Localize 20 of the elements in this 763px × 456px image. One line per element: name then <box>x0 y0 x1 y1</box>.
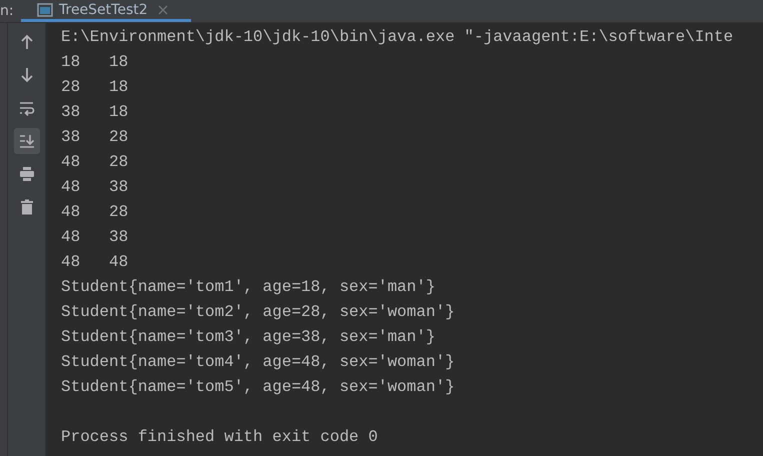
console-line: 28 18 <box>61 77 130 98</box>
console-line: Student{name='tom4', age=48, sex='woman'} <box>61 352 456 373</box>
console-line: Student{name='tom1', age=18, sex='man'} <box>61 277 436 298</box>
scroll-to-end-icon[interactable] <box>14 128 40 154</box>
console-line: 48 28 <box>61 152 130 173</box>
console-line: Student{name='tom5', age=48, sex='woman'} <box>61 377 456 398</box>
console-line: Student{name='tom2', age=28, sex='woman'} <box>61 302 456 323</box>
console-line: 48 38 <box>61 177 130 198</box>
console-line: 38 28 <box>61 127 130 148</box>
console-line: 48 48 <box>61 252 130 273</box>
console-line: Student{name='tom3', age=38, sex='man'} <box>61 327 436 348</box>
run-tab[interactable]: TreeSetTest2 <box>21 0 191 22</box>
console-line: 48 38 <box>61 227 130 248</box>
console-line: E:\Environment\jdk-10\jdk-10\bin\java.exe "-javaagent:E:\software\Inte <box>61 27 734 48</box>
console-line: 38 18 <box>61 102 130 123</box>
console-line: 18 18 <box>61 52 130 73</box>
panel-label: n: <box>0 2 15 21</box>
exit-message: Process finished with exit code 0 <box>61 427 379 448</box>
console-line: 48 28 <box>61 202 130 223</box>
window-icon <box>37 2 53 16</box>
